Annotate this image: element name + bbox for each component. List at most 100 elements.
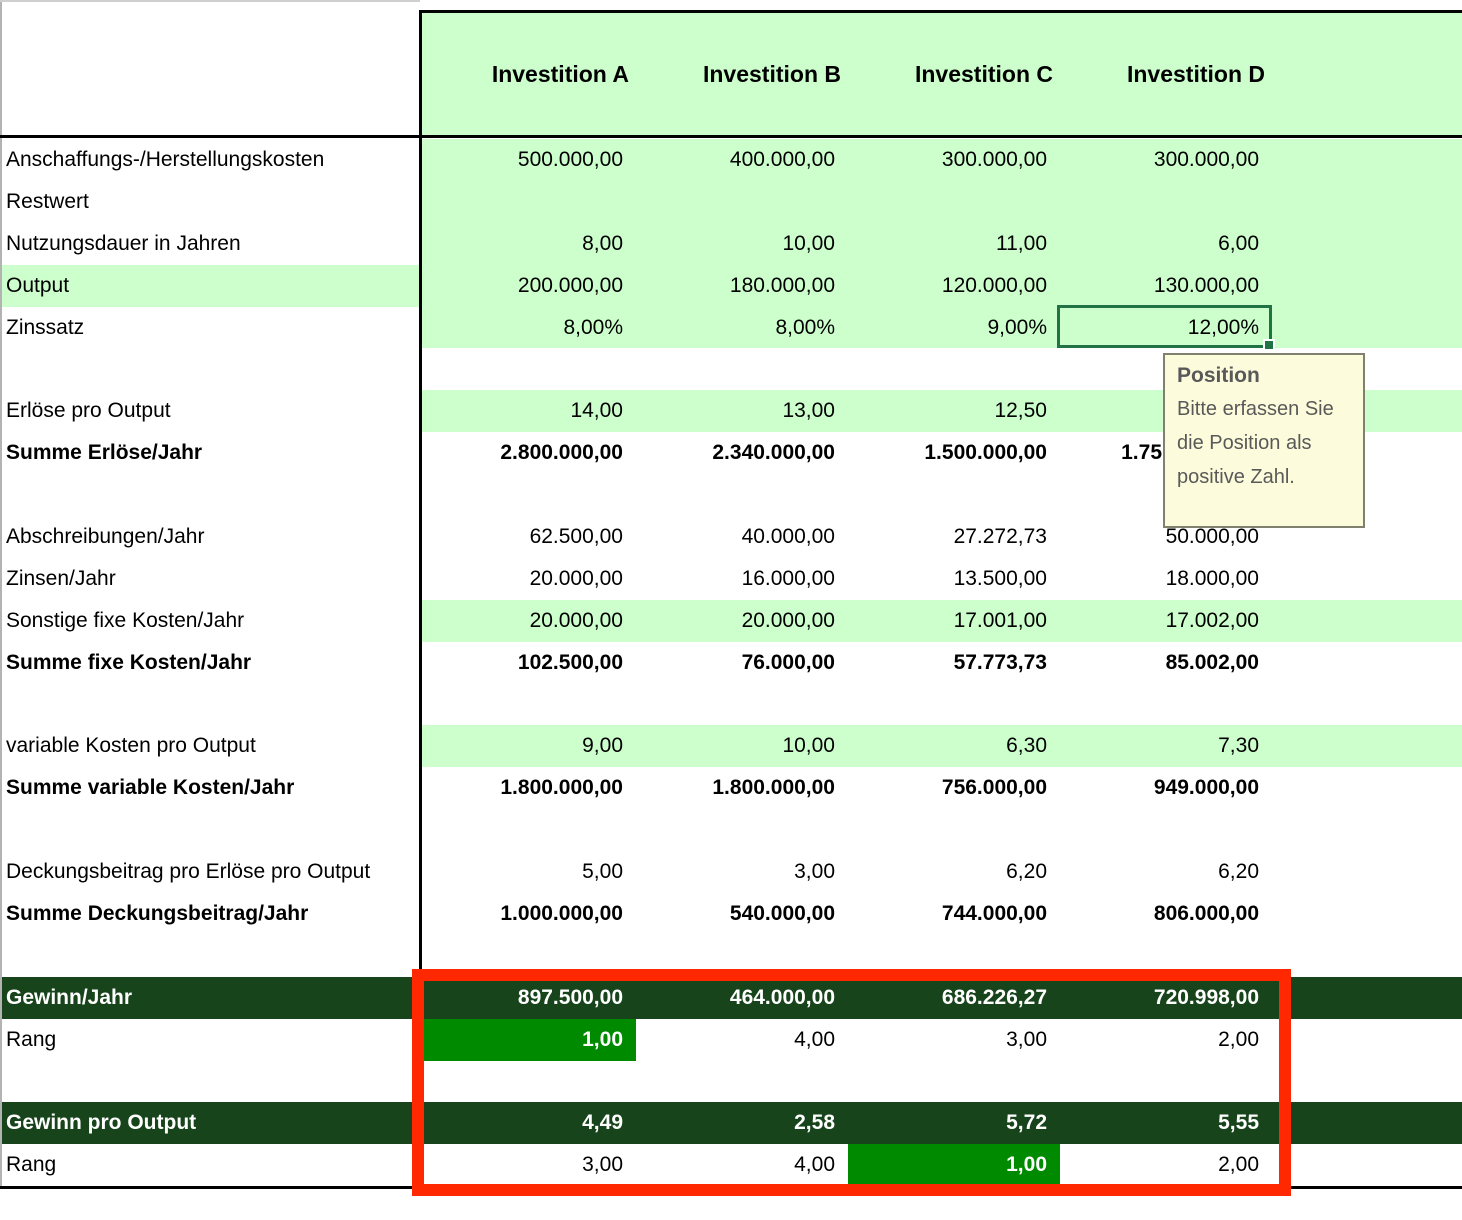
empty-cells[interactable] xyxy=(1272,1144,1462,1186)
row-label[interactable]: Sonstige fixe Kosten/Jahr xyxy=(0,600,422,642)
row-label[interactable]: Summe Deckungsbeitrag/Jahr xyxy=(0,893,422,935)
cell-value[interactable]: 14,00 xyxy=(422,390,636,432)
cell-value[interactable]: 85.002,00 xyxy=(1060,642,1272,684)
empty-cells[interactable] xyxy=(1272,139,1462,181)
cell-value[interactable] xyxy=(1060,684,1272,726)
empty-cells[interactable] xyxy=(1272,935,1462,977)
cell-value[interactable]: 10,00 xyxy=(636,725,848,767)
row-label[interactable] xyxy=(0,348,422,390)
row-label[interactable]: Anschaffungs-/Herstellungskosten xyxy=(0,139,422,181)
cell-value[interactable]: 120.000,00 xyxy=(848,265,1060,307)
cell-value[interactable]: 27.272,73 xyxy=(848,516,1060,558)
row-label[interactable] xyxy=(0,684,422,726)
row-label[interactable] xyxy=(0,474,422,516)
row-label[interactable]: Output xyxy=(0,265,422,307)
cell-value[interactable]: 6,20 xyxy=(848,851,1060,893)
cell-value[interactable] xyxy=(422,474,636,516)
row-label[interactable]: Rang xyxy=(0,1144,422,1186)
cell-value[interactable]: 20.000,00 xyxy=(636,600,848,642)
cell-value[interactable]: 16.000,00 xyxy=(636,558,848,600)
row-label[interactable] xyxy=(0,1061,422,1103)
cell-value[interactable]: 806.000,00 xyxy=(1060,893,1272,935)
row-label[interactable]: Rang xyxy=(0,1019,422,1061)
row-label[interactable]: Summe fixe Kosten/Jahr xyxy=(0,642,422,684)
cell-value[interactable]: 5,00 xyxy=(422,851,636,893)
cell-value[interactable] xyxy=(422,809,636,851)
cell-value[interactable]: 9,00% xyxy=(848,307,1060,349)
row-label[interactable]: Gewinn pro Output xyxy=(0,1102,422,1144)
cell-value[interactable] xyxy=(422,181,636,223)
cell-value[interactable]: 6,00 xyxy=(1060,223,1272,265)
cell-value[interactable] xyxy=(1060,181,1272,223)
cell-value[interactable] xyxy=(848,809,1060,851)
empty-cells[interactable] xyxy=(1272,893,1462,935)
cell-value[interactable]: 10,00 xyxy=(636,223,848,265)
cell-value[interactable] xyxy=(636,181,848,223)
selected-cell-border[interactable] xyxy=(1057,305,1272,348)
cell-value[interactable] xyxy=(636,348,848,390)
cell-value[interactable]: 18.000,00 xyxy=(1060,558,1272,600)
cell-value[interactable]: 744.000,00 xyxy=(848,893,1060,935)
row-label[interactable]: Gewinn/Jahr xyxy=(0,977,422,1019)
cell-value[interactable]: 8,00% xyxy=(636,307,848,349)
cell-value[interactable]: 6,30 xyxy=(848,725,1060,767)
cell-value[interactable]: 540.000,00 xyxy=(636,893,848,935)
empty-cells[interactable] xyxy=(1272,223,1462,265)
row-label[interactable]: variable Kosten pro Output xyxy=(0,725,422,767)
row-label[interactable]: Summe variable Kosten/Jahr xyxy=(0,767,422,809)
row-label[interactable]: Abschreibungen/Jahr xyxy=(0,516,422,558)
cell-value[interactable]: 200.000,00 xyxy=(422,265,636,307)
row-label[interactable]: Restwert xyxy=(0,181,422,223)
empty-cells[interactable] xyxy=(1272,1019,1462,1061)
row-label[interactable]: Erlöse pro Output xyxy=(0,390,422,432)
row-label[interactable]: Summe Erlöse/Jahr xyxy=(0,432,422,474)
empty-cells[interactable] xyxy=(1272,181,1462,223)
cell-value[interactable]: 17.002,00 xyxy=(1060,600,1272,642)
empty-cells[interactable] xyxy=(1272,558,1462,600)
cell-value[interactable]: 11,00 xyxy=(848,223,1060,265)
cell-value[interactable]: 3,00 xyxy=(636,851,848,893)
cell-value[interactable]: 300.000,00 xyxy=(1060,139,1272,181)
empty-cells[interactable] xyxy=(1272,767,1462,809)
cell-value[interactable]: 8,00% xyxy=(422,307,636,349)
fill-handle[interactable] xyxy=(1263,339,1275,351)
empty-cells[interactable] xyxy=(1272,642,1462,684)
cell-value[interactable]: 500.000,00 xyxy=(422,139,636,181)
empty-cells[interactable] xyxy=(1272,307,1462,349)
empty-cells[interactable] xyxy=(1272,265,1462,307)
cell-value[interactable]: 180.000,00 xyxy=(636,265,848,307)
cell-value[interactable]: 7,30 xyxy=(1060,725,1272,767)
cell-value[interactable] xyxy=(848,474,1060,516)
cell-value[interactable]: 17.001,00 xyxy=(848,600,1060,642)
cell-value[interactable]: 949.000,00 xyxy=(1060,767,1272,809)
cell-value[interactable] xyxy=(1060,809,1272,851)
cell-value[interactable]: 13.500,00 xyxy=(848,558,1060,600)
cell-value[interactable] xyxy=(848,684,1060,726)
cell-value[interactable]: 62.500,00 xyxy=(422,516,636,558)
row-label[interactable] xyxy=(0,935,422,977)
cell-value[interactable]: 9,00 xyxy=(422,725,636,767)
cell-value[interactable]: 12,50 xyxy=(848,390,1060,432)
cell-value[interactable] xyxy=(848,348,1060,390)
row-label[interactable] xyxy=(0,809,422,851)
column-header-investition-b[interactable]: Investition B xyxy=(636,61,848,88)
empty-cells[interactable] xyxy=(1272,684,1462,726)
cell-value[interactable] xyxy=(636,474,848,516)
empty-cells[interactable] xyxy=(1272,1061,1462,1103)
cell-value[interactable]: 300.000,00 xyxy=(848,139,1060,181)
cell-value[interactable]: 6,20 xyxy=(1060,851,1272,893)
cell-value[interactable]: 1.000.000,00 xyxy=(422,893,636,935)
row-label[interactable]: Zinssatz xyxy=(0,307,422,349)
cell-value[interactable]: 400.000,00 xyxy=(636,139,848,181)
cell-value[interactable] xyxy=(422,348,636,390)
empty-cells[interactable] xyxy=(1272,977,1462,1019)
cell-value[interactable]: 102.500,00 xyxy=(422,642,636,684)
cell-value[interactable]: 20.000,00 xyxy=(422,558,636,600)
row-label[interactable]: Zinsen/Jahr xyxy=(0,558,422,600)
cell-value[interactable]: 1.800.000,00 xyxy=(422,767,636,809)
column-header-investition-d[interactable]: Investition D xyxy=(1060,61,1272,88)
cell-value[interactable]: 1.800.000,00 xyxy=(636,767,848,809)
cell-value[interactable] xyxy=(422,684,636,726)
cell-value[interactable]: 130.000,00 xyxy=(1060,265,1272,307)
row-label[interactable]: Nutzungsdauer in Jahren xyxy=(0,223,422,265)
